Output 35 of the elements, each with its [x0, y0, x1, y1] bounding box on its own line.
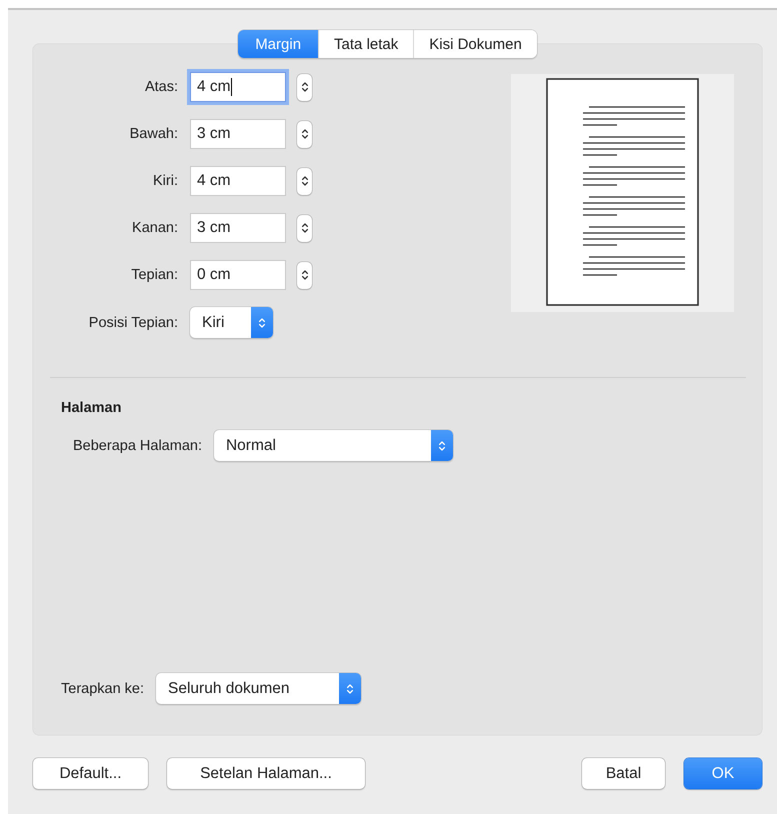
dialog-button[interactable]: Default...: [33, 758, 148, 789]
chevron-icon: [300, 127, 308, 141]
field-label: Terapkan ke:: [61, 680, 144, 696]
dialog-button[interactable]: Batal: [582, 758, 665, 789]
input-field[interactable]: 4 cm: [190, 72, 286, 102]
chevron-icon: [339, 673, 362, 704]
input-field[interactable]: 4 cm: [190, 166, 286, 196]
popup-button[interactable]: Kiri: [190, 307, 273, 338]
field-label: Bawah:: [128, 126, 178, 142]
section-title: Halaman: [61, 400, 122, 416]
tab[interactable]: Tata letak: [318, 30, 414, 58]
input-field[interactable]: 3 cm: [190, 119, 286, 149]
popup-button[interactable]: Seluruh dokumen: [156, 673, 362, 704]
stepper[interactable]: [297, 74, 312, 100]
chevron-icon: [251, 307, 273, 338]
field-label: Kanan:: [131, 220, 178, 236]
chevron-icon: [300, 80, 308, 94]
input-field[interactable]: 0 cm: [190, 260, 286, 290]
field-label: Kiri:: [152, 173, 178, 189]
chevron-icon: [300, 221, 308, 235]
chevron-icon: [430, 430, 453, 461]
stepper[interactable]: [297, 168, 312, 194]
dialog-button[interactable]: Setelan Halaman...: [167, 758, 365, 789]
stepper[interactable]: [297, 214, 312, 242]
popup-button[interactable]: Normal: [214, 430, 453, 461]
field-label: Tepian:: [130, 267, 178, 283]
field-label: Posisi Tepian:: [88, 314, 178, 330]
stepper[interactable]: [297, 120, 312, 148]
input-field[interactable]: 3 cm: [190, 213, 286, 243]
chevron-icon: [300, 174, 308, 188]
chevron-icon: [300, 268, 308, 282]
field-label: Atas:: [144, 79, 178, 95]
field-label: Beberapa Halaman:: [73, 438, 202, 454]
stepper[interactable]: [297, 262, 312, 288]
tab[interactable]: Kisi Dokumen: [413, 30, 537, 58]
